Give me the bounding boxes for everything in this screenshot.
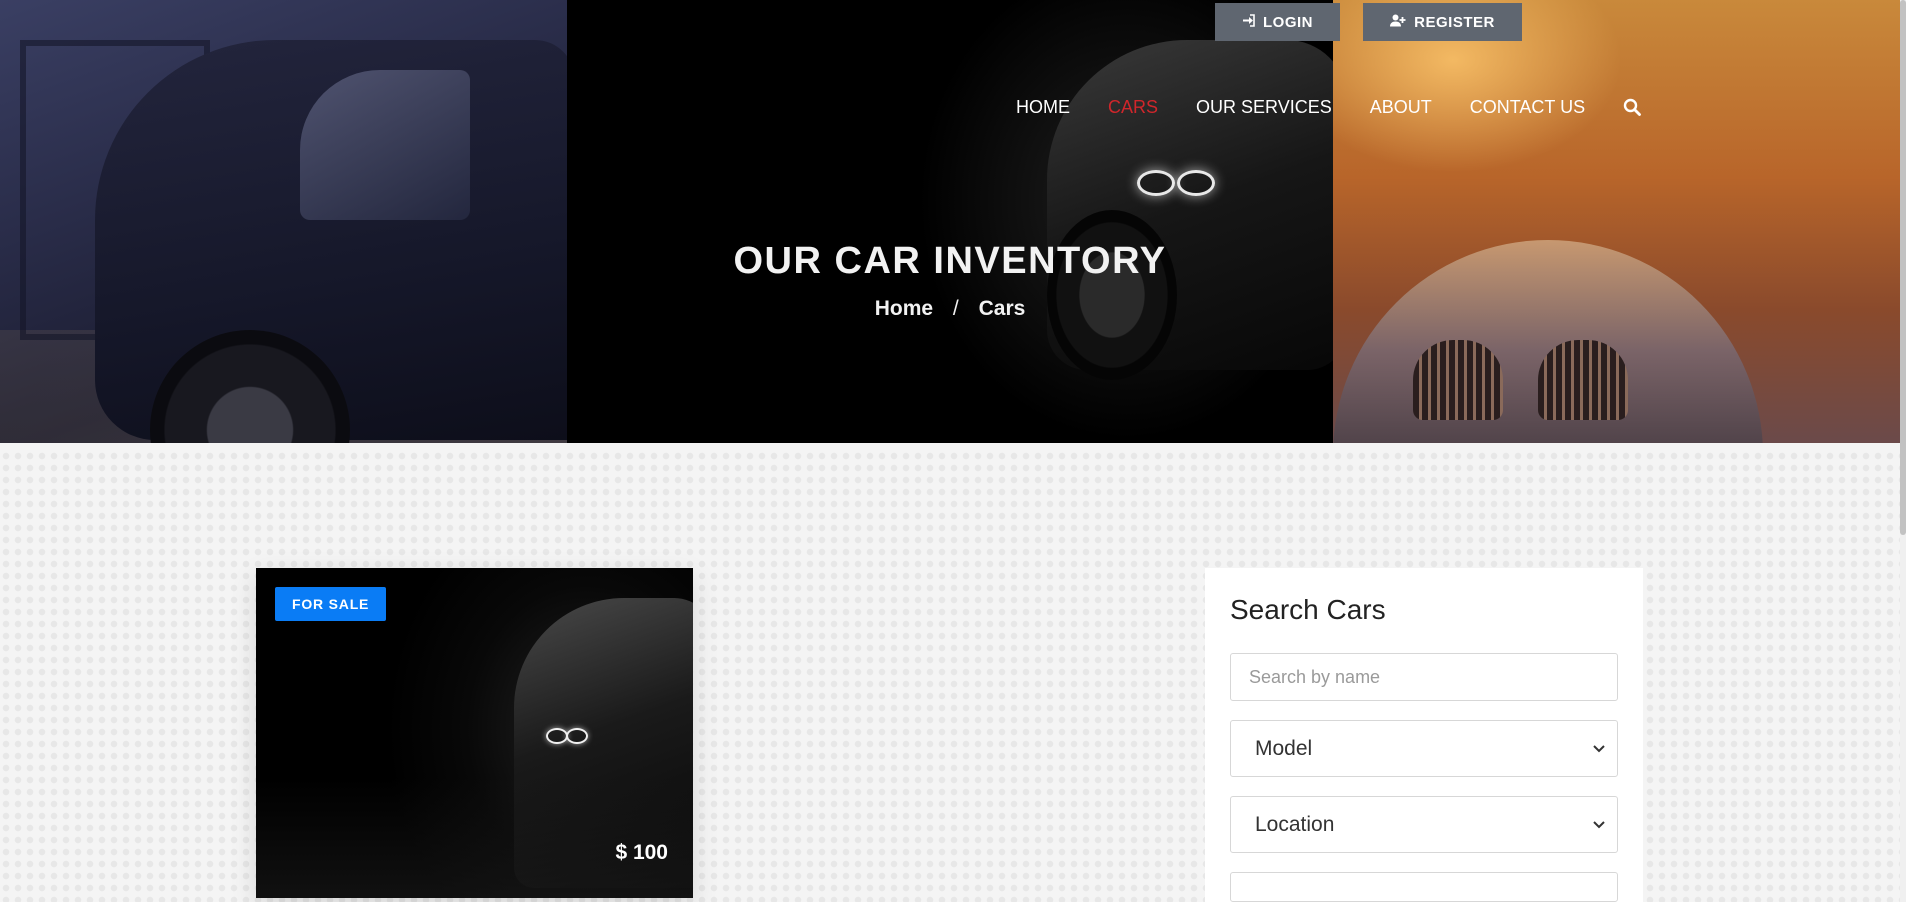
chevron-down-icon (1593, 816, 1605, 834)
model-select[interactable]: Model (1230, 720, 1618, 777)
search-cars-title: Search Cars (1230, 594, 1386, 625)
hero-image-left (0, 0, 575, 443)
page-scrollbar[interactable] (1900, 0, 1906, 902)
for-sale-badge: FOR SALE (275, 587, 387, 621)
register-button[interactable]: REGISTER (1363, 3, 1522, 41)
page: LOGIN REGISTER HOME CARS OUR SERVICES AB… (0, 0, 1906, 902)
sign-in-icon (1242, 14, 1255, 30)
chevron-down-icon (1593, 740, 1605, 758)
scrollbar-thumb[interactable] (1900, 0, 1906, 535)
hero-banner: LOGIN REGISTER HOME CARS OUR SERVICES AB… (0, 0, 1906, 443)
nav-home[interactable]: HOME (1016, 97, 1070, 118)
page-title: OUR CAR INVENTORY (733, 240, 1167, 282)
breadcrumb-home[interactable]: Home (875, 297, 933, 320)
car-listing-card[interactable]: FOR SALE $ 100 (256, 568, 693, 898)
user-plus-icon (1390, 14, 1406, 30)
nav-our-services[interactable]: OUR SERVICES (1196, 97, 1332, 118)
additional-filter-field[interactable] (1230, 872, 1618, 902)
breadcrumb: Home / Cars (567, 297, 1333, 321)
model-select-value: Model (1255, 736, 1313, 760)
location-select-value: Location (1255, 812, 1335, 836)
search-cars-panel: Search Cars Search by name Model Locatio… (1205, 568, 1643, 902)
search-icon[interactable] (1623, 98, 1641, 116)
login-label: LOGIN (1263, 13, 1313, 31)
register-label: REGISTER (1414, 13, 1495, 31)
nav-contact-us[interactable]: CONTACT US (1470, 97, 1585, 118)
hero-image-center (567, 0, 1347, 443)
breadcrumb-separator: / (952, 297, 959, 320)
nav-cars[interactable]: CARS (1108, 97, 1158, 118)
login-button[interactable]: LOGIN (1215, 3, 1340, 41)
location-select[interactable]: Location (1230, 796, 1618, 853)
search-name-placeholder: Search by name (1249, 666, 1381, 687)
nav-about[interactable]: ABOUT (1370, 97, 1432, 118)
breadcrumb-current: Cars (978, 297, 1026, 320)
main-nav: HOME CARS OUR SERVICES ABOUT CONTACT US (1016, 95, 1641, 119)
hero-image-right (1333, 0, 1906, 443)
search-name-input[interactable]: Search by name (1230, 653, 1618, 701)
car-price: $ 100 (615, 841, 668, 864)
